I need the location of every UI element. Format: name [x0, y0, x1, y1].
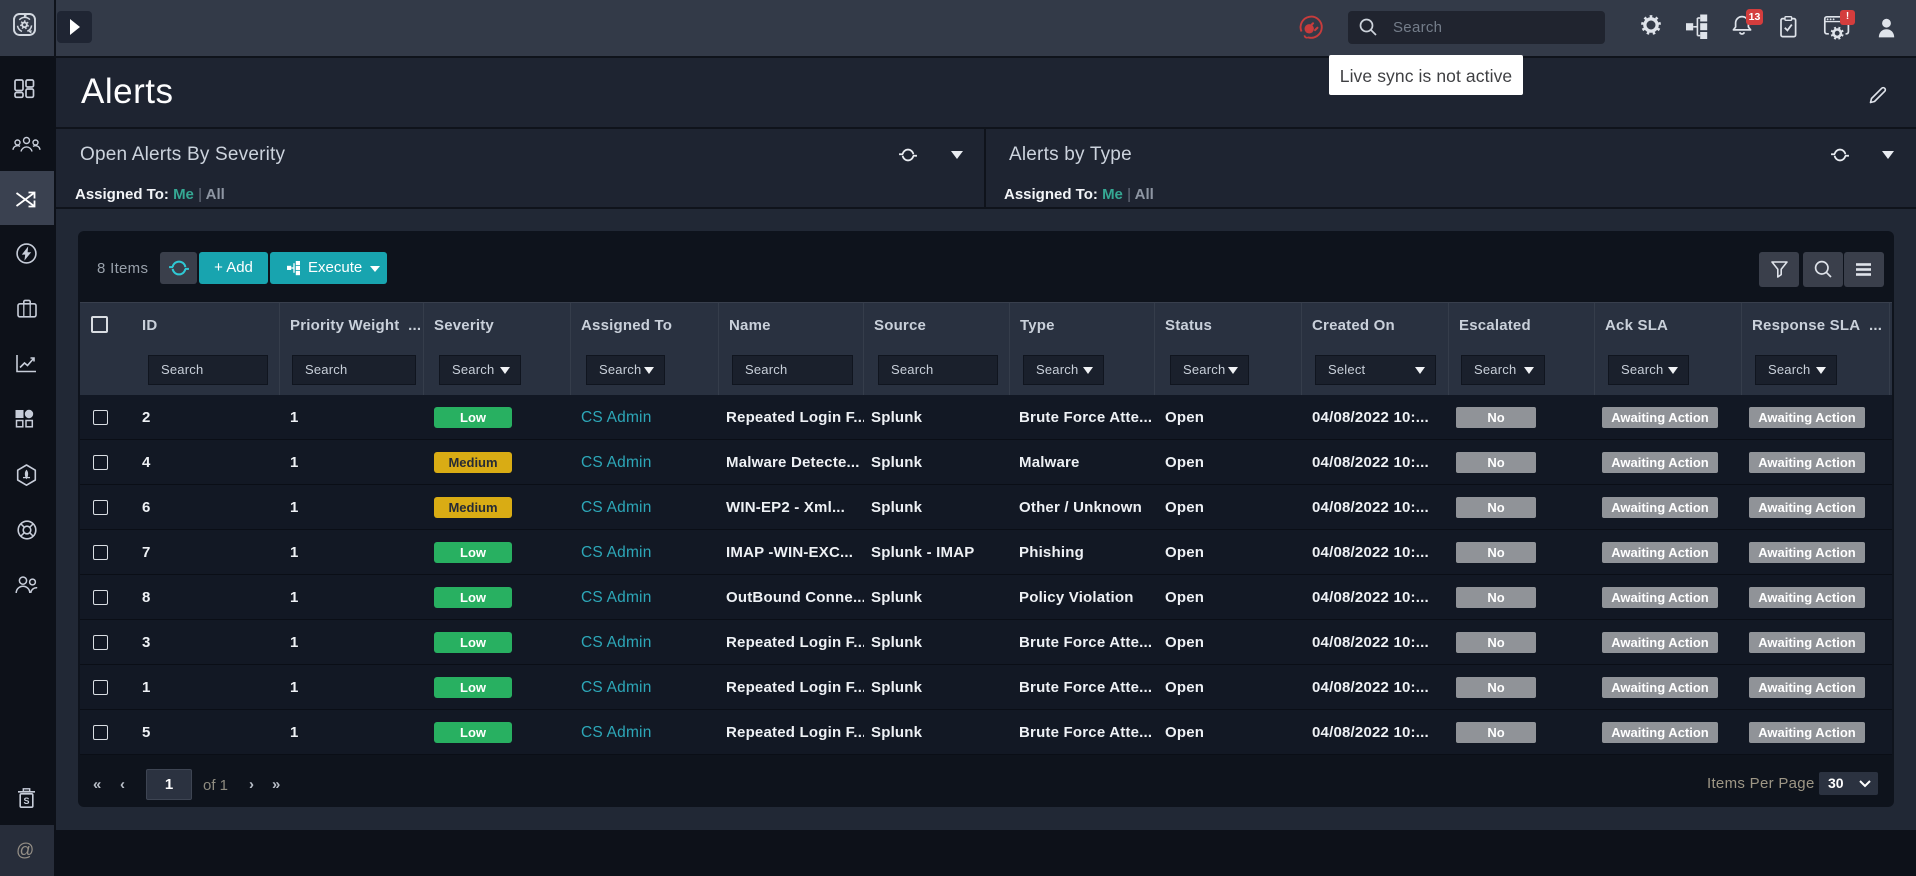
svg-text:S: S — [23, 796, 29, 806]
